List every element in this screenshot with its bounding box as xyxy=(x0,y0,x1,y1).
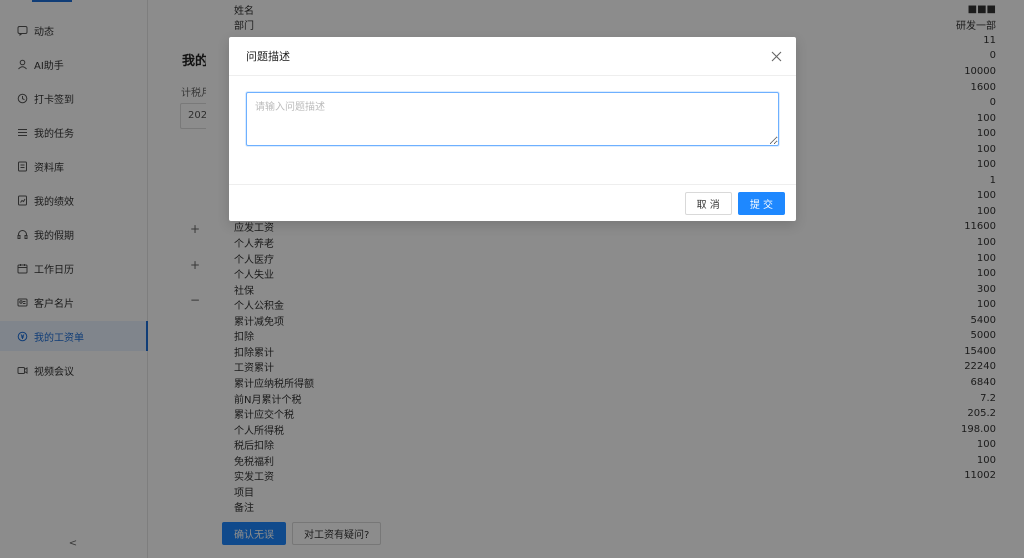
close-icon[interactable] xyxy=(770,50,782,62)
cancel-button[interactable]: 取 消 xyxy=(684,191,732,215)
modal-footer: 取 消 提 交 xyxy=(229,184,796,221)
modal-body xyxy=(229,76,796,184)
issue-description-input[interactable] xyxy=(246,92,779,146)
modal-title: 问题描述 xyxy=(246,50,290,63)
modal-header: 问题描述 xyxy=(229,37,796,76)
submit-button[interactable]: 提 交 xyxy=(737,191,785,215)
issue-modal: 问题描述 取 消 提 交 xyxy=(229,37,796,221)
